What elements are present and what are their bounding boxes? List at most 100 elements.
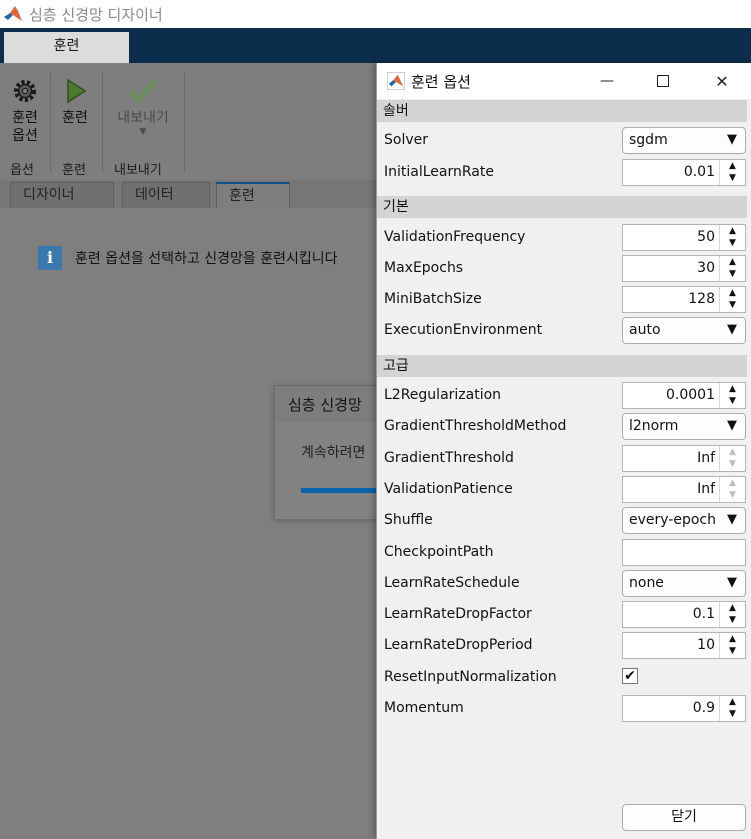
spinner-up-icon[interactable]: ▲ (720, 633, 745, 645)
export-button[interactable]: 내보내기 ▼ (110, 77, 176, 137)
dropdown-caret-icon: ▼ (727, 418, 737, 433)
dropdown-caret-icon: ▼ (727, 132, 737, 147)
train-button[interactable]: 훈련 (54, 77, 96, 127)
close-window-button[interactable]: ✕ (699, 63, 745, 99)
dropdown-value: sgdm (629, 132, 668, 148)
validation-patience-spinner[interactable]: Inf ▲ ▼ (622, 476, 746, 503)
shuffle-dropdown[interactable]: every-epoch ▼ (622, 507, 746, 534)
spinner-up-icon[interactable]: ▲ (720, 256, 745, 268)
tab-designer[interactable]: 디자이너 (10, 182, 114, 208)
execution-environment-dropdown[interactable]: auto ▼ (622, 317, 746, 344)
field-row-checkpoint-path: CheckpointPath (377, 537, 747, 568)
close-button[interactable]: 닫기 (622, 804, 746, 831)
spinner-down-icon[interactable]: ▼ (720, 395, 745, 407)
gradient-threshold-method-dropdown[interactable]: l2norm ▼ (622, 413, 746, 440)
spinner-up-icon[interactable]: ▲ (720, 225, 745, 237)
field-row-validation-frequency: ValidationFrequency 50 ▲ ▼ (377, 222, 747, 253)
spinner-up-icon[interactable]: ▲ (720, 477, 745, 489)
mini-batch-size-spinner[interactable]: 128 ▲ ▼ (622, 286, 746, 313)
l2-regularization-spinner[interactable]: 0.0001 ▲ ▼ (622, 382, 746, 409)
section-label-train: 훈련 (62, 163, 86, 178)
spinner-down-icon[interactable]: ▼ (720, 299, 745, 311)
spinner-down-icon[interactable]: ▼ (720, 645, 745, 657)
tab-data[interactable]: 데이터 (122, 182, 210, 208)
minimize-icon: — (600, 73, 614, 89)
section-label-options: 옵션 (10, 163, 34, 178)
spinner-down-icon[interactable]: ▼ (720, 172, 745, 184)
train-label: 훈련 (62, 110, 88, 126)
checkpoint-path-input[interactable] (622, 539, 746, 566)
field-row-gradient-threshold-method: GradientThresholdMethod l2norm ▼ (377, 411, 747, 442)
field-row-initial-learn-rate: InitialLearnRate 0.01 ▲ ▼ (377, 157, 747, 188)
spinner-up-icon[interactable]: ▲ (720, 602, 745, 614)
reset-input-normalization-checkbox[interactable]: ✔ (622, 668, 638, 684)
spinner-arrows: ▲ ▼ (719, 696, 745, 721)
max-epochs-spinner[interactable]: 30 ▲ ▼ (622, 255, 746, 282)
train-options-label-2: 옵션 (12, 128, 38, 144)
info-text: 훈련 옵션을 선택하고 신경망을 훈련시킵니다 (75, 251, 338, 267)
spinner-up-icon[interactable]: ▲ (720, 446, 745, 458)
dropdown-caret-icon: ▼ (727, 322, 737, 337)
field-row-shuffle: Shuffle every-epoch ▼ (377, 505, 747, 536)
solver-dropdown[interactable]: sgdm ▼ (622, 127, 746, 154)
field-row-gradient-threshold: GradientThreshold Inf ▲ ▼ (377, 443, 747, 474)
training-options-dialog: 훈련 옵션 — ✕ 솔버 Solver sgdm ▼ InitialLearnR… (376, 63, 751, 839)
spinner-down-icon[interactable]: ▼ (720, 458, 745, 470)
field-label: MiniBatchSize (384, 291, 482, 307)
spinner-arrows: ▲ ▼ (719, 477, 745, 502)
spinner-arrows: ▲ ▼ (719, 383, 745, 408)
main-window-titlebar: 심층 신경망 디자이너 (0, 0, 751, 28)
section-divider (102, 73, 103, 173)
spinner-arrows: ▲ ▼ (719, 160, 745, 185)
learn-rate-drop-factor-spinner[interactable]: 0.1 ▲ ▼ (622, 601, 746, 628)
initial-learn-rate-spinner[interactable]: 0.01 ▲ ▼ (622, 159, 746, 186)
spinner-arrows: ▲ ▼ (719, 287, 745, 312)
spinner-down-icon[interactable]: ▼ (720, 237, 745, 249)
field-label: CheckpointPath (384, 544, 494, 560)
spinner-arrows: ▲ ▼ (719, 602, 745, 627)
field-row-reset-input-normalization: ResetInputNormalization ✔ (377, 662, 747, 693)
progress-bar (301, 488, 381, 493)
train-options-label-1: 훈련 (12, 110, 38, 126)
momentum-spinner[interactable]: 0.9 ▲ ▼ (622, 695, 746, 722)
field-label: Shuffle (384, 512, 433, 528)
spinner-value: 0.1 (692, 606, 715, 622)
dropdown-caret-icon: ▼ (727, 512, 737, 527)
ribbon-tab-train[interactable]: 훈련 (4, 32, 129, 63)
learn-rate-drop-period-spinner[interactable]: 10 ▲ ▼ (622, 632, 746, 659)
spinner-down-icon[interactable]: ▼ (720, 489, 745, 501)
field-row-l2-regularization: L2Regularization 0.0001 ▲ ▼ (377, 380, 747, 411)
dropdown-caret-icon: ▼ (727, 575, 737, 590)
matlab-logo-icon (387, 72, 405, 90)
spinner-up-icon[interactable]: ▲ (720, 696, 745, 708)
minimize-button[interactable]: — (584, 63, 630, 99)
checkmark-icon (129, 79, 157, 104)
spinner-down-icon[interactable]: ▼ (720, 708, 745, 720)
checkmark-icon: ✔ (624, 668, 636, 684)
tab-training[interactable]: 훈련 (216, 182, 290, 208)
gradient-threshold-spinner[interactable]: Inf ▲ ▼ (622, 445, 746, 472)
validation-frequency-spinner[interactable]: 50 ▲ ▼ (622, 224, 746, 251)
maximize-button[interactable] (640, 63, 686, 99)
field-label: L2Regularization (384, 387, 502, 403)
field-label: ValidationPatience (384, 481, 513, 497)
spinner-down-icon[interactable]: ▼ (720, 268, 745, 280)
spinner-up-icon[interactable]: ▲ (720, 160, 745, 172)
gear-icon (14, 80, 36, 102)
field-row-solver: Solver sgdm ▼ (377, 125, 747, 156)
field-row-max-epochs: MaxEpochs 30 ▲ ▼ (377, 253, 747, 284)
spinner-down-icon[interactable]: ▼ (720, 614, 745, 626)
field-label: LearnRateSchedule (384, 575, 520, 591)
spinner-arrows: ▲ ▼ (719, 633, 745, 658)
matlab-logo-icon (4, 6, 22, 21)
field-label: GradientThresholdMethod (384, 418, 567, 434)
dialog-title: 훈련 옵션 (411, 72, 471, 91)
section-label-export: 내보내기 (114, 163, 162, 178)
field-label: ValidationFrequency (384, 229, 526, 245)
learn-rate-schedule-dropdown[interactable]: none ▼ (622, 570, 746, 597)
spinner-up-icon[interactable]: ▲ (720, 383, 745, 395)
field-label: Solver (384, 132, 428, 148)
train-options-button[interactable]: 훈련 옵션 (4, 77, 46, 145)
spinner-up-icon[interactable]: ▲ (720, 287, 745, 299)
field-row-mini-batch-size: MiniBatchSize 128 ▲ ▼ (377, 284, 747, 315)
